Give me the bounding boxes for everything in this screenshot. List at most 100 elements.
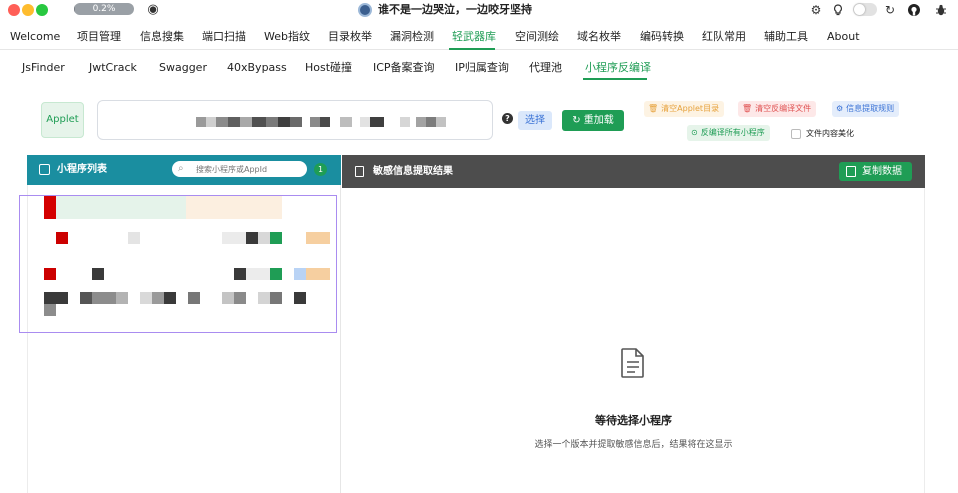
nav-item-info-collect[interactable]: 信息搜集 <box>140 26 184 50</box>
redacted-block <box>290 117 302 127</box>
miniprogram-search[interactable]: ⌕ <box>172 161 307 177</box>
minimize-window-button[interactable] <box>22 4 34 16</box>
tab-icp-query[interactable]: ICP备案查询 <box>373 58 435 80</box>
miniprogram-search-input[interactable] <box>196 162 301 176</box>
empty-document-icon <box>621 348 644 378</box>
bug-icon[interactable] <box>934 3 948 17</box>
nav-item-light-weapons[interactable]: 轻武器库 <box>452 26 496 50</box>
extraction-rules-label: 信息提取规则 <box>846 104 895 113</box>
redacted-block <box>310 117 320 127</box>
redacted-block <box>240 117 252 127</box>
select-button[interactable]: 选择 <box>518 111 552 130</box>
applet-label: Applet <box>41 102 84 138</box>
tab-jsfinder[interactable]: JsFinder <box>22 58 65 80</box>
redacted-block <box>320 117 330 127</box>
document-icon <box>355 166 364 177</box>
clear-applet-dir-button[interactable]: 🗑 清空Applet目录 <box>644 101 725 117</box>
redacted-block <box>426 117 436 127</box>
tab-jwtcrack[interactable]: JwtCrack <box>89 58 137 80</box>
empty-state-subtitle: 选择一个版本并提取敏感信息后，结果将在这显示 <box>534 440 733 450</box>
redacted-block <box>370 117 384 127</box>
redacted-block <box>196 117 206 127</box>
tab-ip-query[interactable]: IP归属查询 <box>455 58 509 80</box>
nav-item-redteam[interactable]: 红队常用 <box>702 26 746 50</box>
copy-icon <box>846 166 856 177</box>
tab-swagger[interactable]: Swagger <box>159 58 207 80</box>
applet-toolbar: Applet ? 选择 ↻ 重加载 🗑 清空Applet目录 🗑 清空反编译文件… <box>27 92 925 144</box>
app-logo-icon <box>358 3 372 17</box>
applet-path-field[interactable] <box>97 100 493 140</box>
help-icon[interactable]: ? <box>502 113 513 124</box>
github-icon[interactable] <box>907 3 921 17</box>
nav-item-dir-enum[interactable]: 目录枚举 <box>328 26 372 50</box>
zoom-window-button[interactable] <box>36 4 48 16</box>
redacted-block <box>266 117 278 127</box>
copy-data-button[interactable]: 复制数据 <box>839 162 912 181</box>
redacted-block <box>206 117 216 127</box>
window-title-text: 谁不是一边哭泣，一边咬牙坚持 <box>378 3 532 16</box>
refresh-icon[interactable]: ↻ <box>883 3 897 17</box>
nav-item-welcome[interactable]: Welcome <box>10 26 60 50</box>
extraction-rules-button[interactable]: ⚙ 信息提取规则 <box>832 101 900 117</box>
nav-item-web-fingerprint[interactable]: Web指纹 <box>264 26 310 50</box>
close-window-button[interactable] <box>8 4 20 16</box>
decompile-all-label: 反编译所有小程序 <box>700 128 765 137</box>
nav-item-encoding[interactable]: 编码转换 <box>640 26 684 50</box>
theme-toggle[interactable] <box>853 3 877 16</box>
list-box-icon <box>39 164 50 175</box>
beautify-checkbox[interactable] <box>791 129 801 139</box>
nav-item-domain-enum[interactable]: 域名枚举 <box>577 26 621 50</box>
clear-decompile-files-label: 清空反编译文件 <box>755 104 812 113</box>
tab-miniprogram-decompile[interactable]: 小程序反编译 <box>585 58 651 80</box>
clear-decompile-files-button[interactable]: 🗑 清空反编译文件 <box>738 101 817 117</box>
redacted-block <box>340 117 352 127</box>
nav-item-about[interactable]: About <box>827 26 860 50</box>
results-header: 敏感信息提取结果 复制数据 <box>342 155 925 188</box>
miniprogram-list-title: 小程序列表 <box>57 164 107 175</box>
main-nav-active-indicator <box>449 48 495 50</box>
tab-proxy-pool[interactable]: 代理池 <box>529 58 562 80</box>
trash-icon: 🗑 <box>648 104 659 113</box>
title-bar: 0.2% ◉ 谁不是一边哭泣，一边咬牙坚持 ⚙ ↻ <box>0 0 958 20</box>
tab-host-collision[interactable]: Host碰撞 <box>305 58 352 80</box>
nav-item-port-scan[interactable]: 端口扫描 <box>202 26 246 50</box>
trash-icon: 🗑 <box>742 104 753 113</box>
beautify-checkbox-label: 文件内容美化 <box>806 129 854 138</box>
search-icon: ⌕ <box>178 163 184 174</box>
nav-item-space-mapping[interactable]: 空间测绘 <box>515 26 559 50</box>
nav-item-aux-tools[interactable]: 辅助工具 <box>764 26 808 50</box>
empty-state-title: 等待选择小程序 <box>595 414 672 427</box>
gear-icon: ⚙ <box>836 104 844 113</box>
nav-item-vuln-scan[interactable]: 漏洞检测 <box>390 26 434 50</box>
results-title: 敏感信息提取结果 <box>373 166 453 177</box>
sub-nav: JsFinder JwtCrack Swagger 40xBypass Host… <box>0 58 958 80</box>
reload-button[interactable]: ↻ 重加载 <box>562 110 624 131</box>
results-body: 等待选择小程序 选择一个版本并提取敏感信息后，结果将在这显示 <box>342 188 925 493</box>
play-circle-icon: ⊙ <box>691 128 698 137</box>
record-icon[interactable]: ◉ <box>146 3 160 17</box>
redacted-block <box>252 117 266 127</box>
redacted-block <box>360 117 370 127</box>
window-title: 谁不是一边哭泣，一边咬牙坚持 <box>358 2 532 18</box>
decompile-all-button[interactable]: ⊙ 反编译所有小程序 <box>687 125 770 141</box>
selection-rectangle <box>19 195 337 333</box>
main-nav: Welcome 项目管理 信息搜集 端口扫描 Web指纹 目录枚举 漏洞检测 轻… <box>0 26 958 50</box>
miniprogram-list-header: 小程序列表 ⌕ 1 <box>27 155 341 185</box>
toggle-knob <box>854 4 865 15</box>
progress-text: 0.2% <box>92 4 116 14</box>
redacted-block <box>416 117 426 127</box>
sub-nav-active-indicator <box>583 78 647 80</box>
redacted-block <box>278 117 290 127</box>
memory-progress: 0.2% <box>74 3 134 15</box>
clear-applet-dir-label: 清空Applet目录 <box>661 104 720 113</box>
nav-item-project[interactable]: 项目管理 <box>77 26 121 50</box>
redacted-block <box>436 117 446 127</box>
reload-label: 重加载 <box>583 115 614 126</box>
redacted-block <box>400 117 410 127</box>
tab-40xbypass[interactable]: 40xBypass <box>227 58 287 80</box>
bulb-icon[interactable] <box>831 3 845 17</box>
gear-icon[interactable]: ⚙ <box>809 3 823 17</box>
reload-icon: ↻ <box>572 115 581 126</box>
miniprogram-count-badge: 1 <box>314 163 327 176</box>
copy-data-label: 复制数据 <box>862 166 902 177</box>
